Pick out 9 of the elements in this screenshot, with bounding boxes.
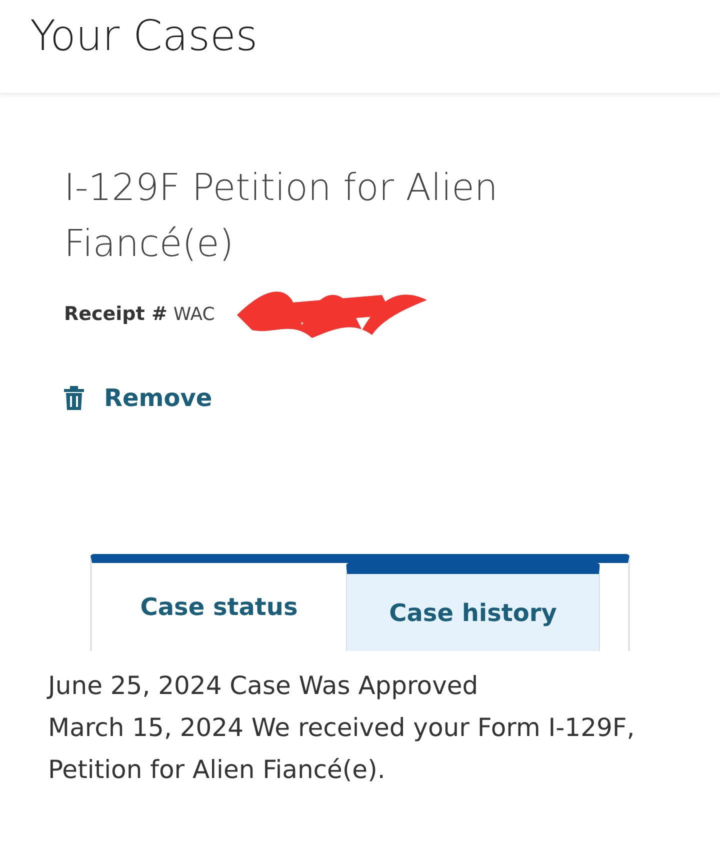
tab[interactable]: Case history: [346, 563, 600, 651]
case-title: I-129F Petition for Alien Fiancé(e): [64, 165, 499, 267]
page-title: Your Cases: [30, 10, 259, 62]
receipt-label: Receipt #: [64, 303, 168, 325]
history-entry: June 25, 2024 Case Was Approved: [48, 670, 480, 702]
history-entry: March 15, 2024 We received your Form I-129F, Petition for Alien Fiancé(e).: [48, 712, 636, 786]
remove-link[interactable]: Remove: [64, 384, 212, 412]
receipt-number: WAC: [173, 304, 215, 324]
trash-icon: [64, 386, 84, 410]
